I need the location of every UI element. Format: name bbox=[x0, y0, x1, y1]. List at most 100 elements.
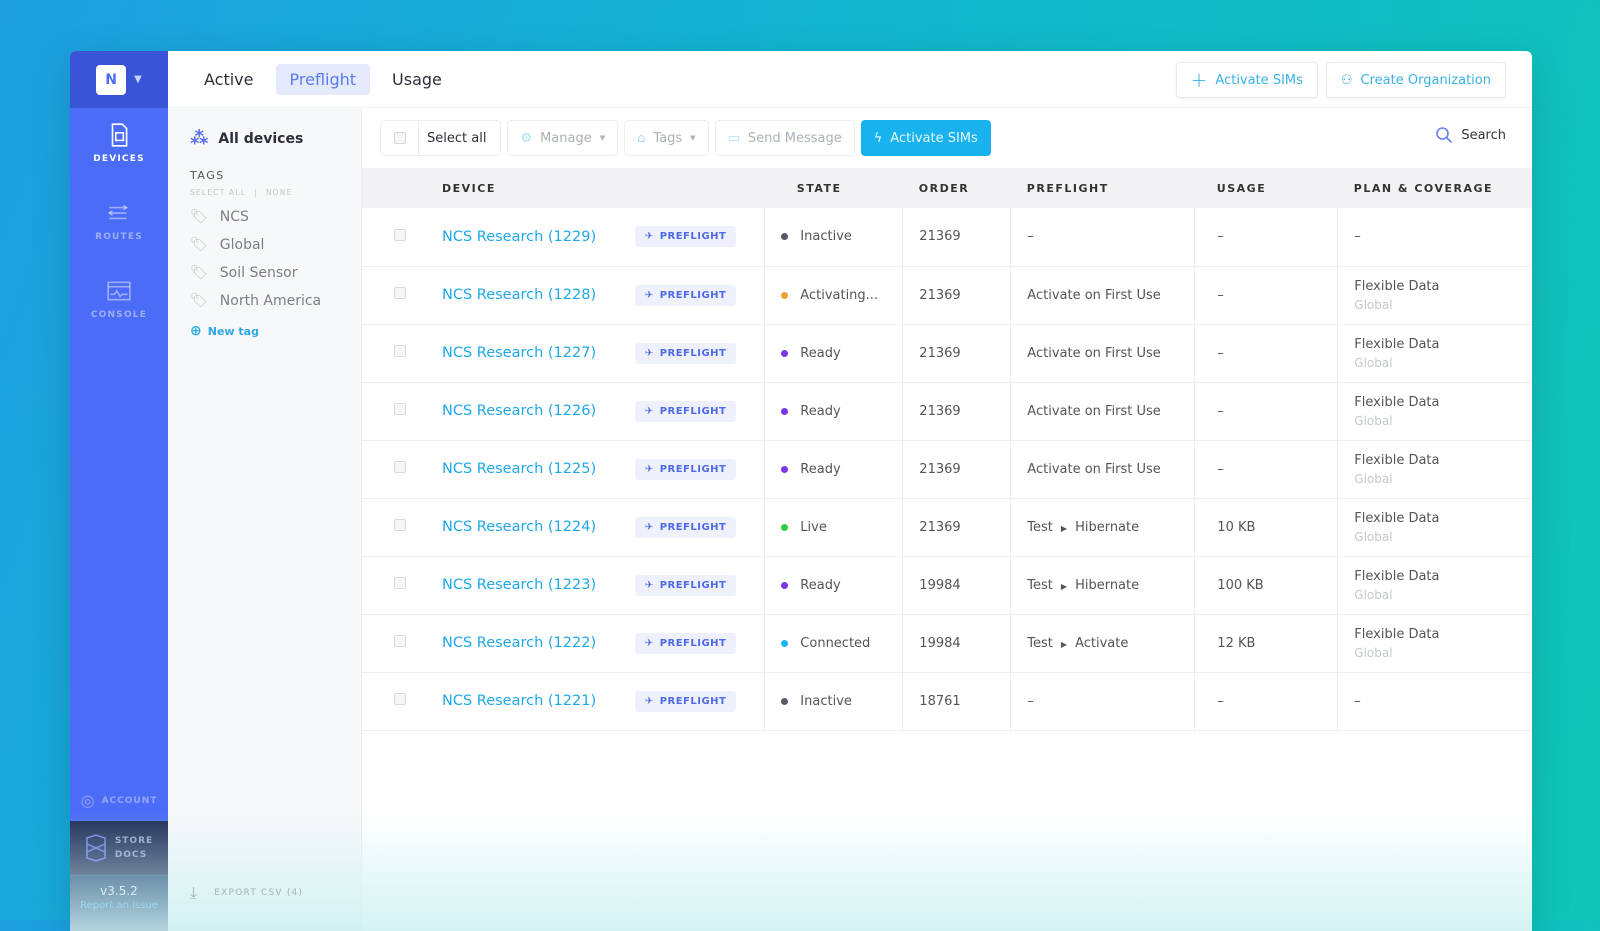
org-switcher[interactable]: N ▼ bbox=[70, 51, 168, 108]
tags-dropdown[interactable]: ⌂ Tags ▼ bbox=[624, 120, 709, 156]
store-link[interactable]: STORE bbox=[115, 834, 153, 848]
tab-preflight[interactable]: Preflight bbox=[275, 63, 371, 95]
tab-active[interactable]: Active bbox=[190, 64, 268, 95]
device-link[interactable]: NCS Research (1228) bbox=[442, 287, 596, 303]
devices-main: Select all ⚙ Manage ▼ ⌂ Tags ▼ ▭ Send Message… bbox=[362, 108, 1532, 931]
device-link[interactable]: NCS Research (1221) bbox=[442, 693, 596, 709]
plan-name: – bbox=[1354, 693, 1361, 709]
row-checkbox[interactable] bbox=[394, 693, 406, 705]
table-row[interactable]: NCS Research (1227) ✈ PREFLIGHT Ready 213… bbox=[362, 324, 1532, 383]
plan-name: Flexible Data bbox=[1354, 626, 1440, 642]
export-label: EXPORT CSV (4) bbox=[214, 888, 304, 898]
preflight-action: Activate on First Use bbox=[1027, 345, 1161, 361]
usage-value: 12 KB bbox=[1217, 635, 1256, 651]
col-device[interactable]: DEVICE bbox=[442, 168, 765, 208]
nav-devices[interactable]: DEVICES bbox=[70, 122, 168, 186]
table-row[interactable]: NCS Research (1224) ✈ PREFLIGHT Live 2136… bbox=[362, 498, 1532, 557]
select-none-tags[interactable]: NONE bbox=[266, 188, 293, 197]
docs-link[interactable]: DOCS bbox=[115, 848, 153, 862]
activate-sims-header-button[interactable]: + Activate SIMs bbox=[1175, 62, 1318, 98]
plan-coverage: Global bbox=[1354, 471, 1393, 486]
device-link[interactable]: NCS Research (1229) bbox=[442, 229, 596, 245]
plane-icon: ✈ bbox=[644, 695, 654, 707]
search-button[interactable]: Search bbox=[1435, 126, 1506, 144]
send-message-button[interactable]: ▭ Send Message bbox=[714, 120, 855, 156]
usage-value: – bbox=[1217, 403, 1224, 419]
preflight-badge: ✈ PREFLIGHT bbox=[634, 284, 737, 306]
device-link[interactable]: NCS Research (1225) bbox=[442, 461, 596, 477]
table-row[interactable]: NCS Research (1228) ✈ PREFLIGHT Activatin… bbox=[362, 266, 1532, 325]
table-header: DEVICE STATE ORDER PREFLIGHT USAGE PLAN … bbox=[362, 168, 1532, 208]
col-state[interactable]: STATE bbox=[764, 168, 903, 208]
state-dot bbox=[781, 291, 789, 299]
device-link[interactable]: NCS Research (1222) bbox=[442, 635, 596, 651]
row-checkbox[interactable] bbox=[394, 461, 406, 473]
table-row[interactable]: NCS Research (1222) ✈ PREFLIGHT Connected… bbox=[362, 614, 1532, 673]
nav-routes[interactable]: ROUTES bbox=[70, 200, 168, 264]
preflight-action: Test bbox=[1027, 577, 1053, 593]
gear-icon: ⚙ bbox=[520, 130, 533, 146]
select-all-checkbox[interactable] bbox=[393, 132, 406, 144]
col-usage[interactable]: USAGE bbox=[1194, 168, 1338, 208]
row-checkbox[interactable] bbox=[394, 403, 406, 415]
device-link[interactable]: NCS Research (1224) bbox=[442, 519, 596, 535]
badge-label: PREFLIGHT bbox=[659, 637, 727, 649]
col-plan[interactable]: PLAN & COVERAGE bbox=[1337, 168, 1532, 208]
new-tag-button[interactable]: ⊕ New tag bbox=[190, 323, 361, 339]
table-row[interactable]: NCS Research (1221) ✈ PREFLIGHT Inactive … bbox=[362, 672, 1532, 731]
order-number: 21369 bbox=[919, 287, 961, 303]
device-link[interactable]: NCS Research (1227) bbox=[442, 345, 596, 361]
row-checkbox[interactable] bbox=[394, 228, 406, 241]
row-checkbox[interactable] bbox=[394, 345, 406, 357]
preflight-badge: ✈ PREFLIGHT bbox=[634, 690, 737, 712]
tag-label: Global bbox=[219, 237, 265, 253]
preflight-action: – bbox=[1027, 693, 1034, 709]
manage-dropdown[interactable]: ⚙ Manage ▼ bbox=[507, 120, 619, 156]
order-number: 19984 bbox=[919, 577, 961, 593]
plan-name: Flexible Data bbox=[1354, 336, 1440, 352]
row-checkbox[interactable] bbox=[394, 635, 406, 647]
select-all-tags[interactable]: SELECT ALL bbox=[190, 188, 246, 197]
plan-coverage: Global bbox=[1354, 529, 1393, 544]
app-window: N ▼ DEVICES ROUTES CONSOLE ◎ ACCOUNT STO… bbox=[70, 51, 1532, 931]
account-label: ACCOUNT bbox=[101, 795, 158, 806]
plane-icon: ✈ bbox=[644, 405, 654, 417]
device-link[interactable]: NCS Research (1223) bbox=[442, 577, 596, 593]
row-checkbox[interactable] bbox=[394, 519, 406, 531]
badge-label: PREFLIGHT bbox=[659, 463, 727, 475]
row-checkbox[interactable] bbox=[394, 577, 406, 589]
row-checkbox[interactable] bbox=[394, 287, 406, 299]
create-organization-button[interactable]: ⚇ Create Organization bbox=[1325, 62, 1506, 98]
export-csv-button[interactable]: ⤓ EXPORT CSV (4) bbox=[190, 883, 303, 903]
tag-item[interactable]: 🏷︎ NCS bbox=[190, 209, 361, 225]
plan-name: Flexible Data bbox=[1354, 394, 1440, 410]
sim-card-icon bbox=[111, 123, 128, 147]
caret-down-icon: ▼ bbox=[599, 134, 606, 142]
device-link[interactable]: NCS Research (1226) bbox=[442, 403, 596, 419]
col-preflight[interactable]: PREFLIGHT bbox=[1010, 168, 1195, 208]
tag-item[interactable]: 🏷︎ North America bbox=[190, 293, 361, 309]
nav-console[interactable]: CONSOLE bbox=[70, 278, 168, 342]
store-docs[interactable]: STORE DOCS bbox=[70, 821, 168, 875]
tag-item[interactable]: 🏷︎ Soil Sensor bbox=[190, 265, 361, 281]
preflight-badge: ✈ PREFLIGHT bbox=[634, 400, 737, 422]
usage-value: – bbox=[1217, 229, 1224, 245]
select-all-button[interactable]: Select all bbox=[380, 120, 502, 156]
nav-account[interactable]: ◎ ACCOUNT bbox=[70, 791, 168, 810]
tab-usage[interactable]: Usage bbox=[378, 64, 456, 95]
state-dot bbox=[781, 407, 789, 415]
plane-icon: ✈ bbox=[644, 579, 654, 591]
send-message-label: Send Message bbox=[747, 130, 842, 146]
table-row[interactable]: NCS Research (1229) ✈ PREFLIGHT Inactive … bbox=[362, 208, 1532, 267]
badge-label: PREFLIGHT bbox=[659, 695, 727, 707]
table-row[interactable]: NCS Research (1226) ✈ PREFLIGHT Ready 213… bbox=[362, 382, 1532, 441]
col-order[interactable]: ORDER bbox=[902, 168, 1011, 208]
preflight-badge: ✈ PREFLIGHT bbox=[634, 458, 737, 480]
tag-item[interactable]: 🏷︎ Global bbox=[190, 237, 361, 253]
table-row[interactable]: NCS Research (1225) ✈ PREFLIGHT Ready 213… bbox=[362, 440, 1532, 499]
report-issue-link[interactable]: Report an issue bbox=[70, 900, 168, 911]
tag-label: North America bbox=[219, 293, 322, 309]
activate-sims-button[interactable]: ϟ Activate SIMs bbox=[860, 120, 991, 156]
table-row[interactable]: NCS Research (1223) ✈ PREFLIGHT Ready 199… bbox=[362, 556, 1532, 615]
all-devices-link[interactable]: ⁂ All devices bbox=[190, 128, 361, 149]
